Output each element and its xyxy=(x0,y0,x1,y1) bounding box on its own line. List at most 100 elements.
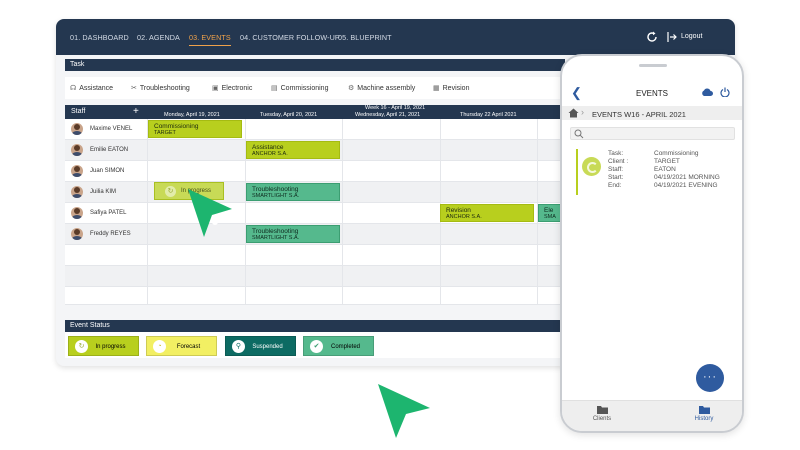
status-in-progress[interactable]: ↻ In progress xyxy=(68,336,139,356)
history-label: History xyxy=(694,416,714,422)
cloud-icon[interactable] xyxy=(701,88,713,96)
event-card[interactable]: Troubleshooting SMARTLIGHT S.A. xyxy=(246,183,340,201)
breadcrumb: › EVENTS W16 - APRIL 2021 xyxy=(562,106,742,120)
detail-key: Task: xyxy=(608,150,624,157)
detail-key: End: xyxy=(608,182,622,189)
search-icon xyxy=(574,129,584,139)
column-divider xyxy=(342,119,343,305)
search-input[interactable] xyxy=(570,127,735,140)
detail-value: Commissioning xyxy=(654,150,699,157)
event-title: Commissioning xyxy=(154,123,199,130)
task-electronic[interactable]: ▣ Electronic xyxy=(212,84,252,92)
history-button[interactable]: History xyxy=(674,405,734,422)
chevron-right-icon: › xyxy=(581,107,584,117)
tab-events[interactable]: 03. EVENTS xyxy=(189,33,231,46)
headset-icon: ☊ xyxy=(70,85,77,92)
status-forecast[interactable]: ◔ Forecast xyxy=(146,336,217,356)
clients-button[interactable]: Clients xyxy=(572,405,632,422)
task-label: Troubleshooting xyxy=(139,85,190,92)
tab-agenda[interactable]: 02. AGENDA xyxy=(137,33,180,42)
clipboard-icon: ▦ xyxy=(433,85,440,92)
event-status-header: Event Status xyxy=(65,320,565,332)
detail-key: Client : xyxy=(608,158,629,165)
task-commissioning[interactable]: ▤ Commissioning xyxy=(271,84,328,92)
status-label: In progress xyxy=(95,344,126,350)
status-label: Completed xyxy=(330,344,360,350)
avatar xyxy=(71,186,83,198)
logout-link[interactable]: Logout xyxy=(681,33,702,40)
event-title: Troubleshooting xyxy=(252,228,299,235)
status-label: Suspended xyxy=(252,344,283,350)
status-suspended[interactable]: ⚲ Suspended xyxy=(225,336,296,356)
tab-dashboard[interactable]: 01. DASHBOARD xyxy=(70,33,129,42)
staff-name: Juilia KIM xyxy=(90,189,117,195)
tab-customer-follow-up[interactable]: 04. CUSTOMER FOLLOW-UP xyxy=(240,33,340,42)
chip-icon: ▣ xyxy=(212,85,219,92)
mobile-header: ❮ EVENTS xyxy=(562,80,742,106)
event-card[interactable]: Troubleshooting SMARTLIGHT S.A. xyxy=(246,225,340,243)
task-label: Commissioning xyxy=(280,85,329,92)
status-bar xyxy=(576,149,578,195)
event-card[interactable]: Revision ANCHOR S.A. xyxy=(440,204,534,222)
staff-name: Juan SIMON xyxy=(90,168,125,174)
add-staff-icon[interactable]: + xyxy=(133,106,139,117)
phone-speaker xyxy=(639,64,667,67)
week-label: Week 16 - April 19, 2021 xyxy=(365,105,426,111)
grid-header: Staff + Week 16 - April 19, 2021 Monday,… xyxy=(65,105,565,119)
clients-label: Clients xyxy=(592,416,612,422)
day-header-thursday: Thursday 22 April 2021 xyxy=(460,112,517,118)
detail-value: 04/19/2021 EVENING xyxy=(654,182,718,189)
task-filter-row: ☊ Assistance ✂ Troubleshooting ▣ Electronic… xyxy=(65,77,565,99)
day-header-wednesday: Wednesday, April 21, 2021 xyxy=(355,112,421,118)
event-client: ANCHOR S.A. xyxy=(446,214,482,220)
event-title: Ele xyxy=(544,207,554,214)
task-revision[interactable]: ▦ Revision xyxy=(433,84,469,92)
event-title: Revision xyxy=(446,207,471,214)
event-card[interactable]: Commissioning TARGET xyxy=(148,120,242,138)
power-icon[interactable] xyxy=(720,87,730,97)
progress-icon xyxy=(582,157,601,176)
home-icon[interactable] xyxy=(568,108,579,118)
task-troubleshooting[interactable]: ✂ Troubleshooting xyxy=(131,84,190,92)
mobile-phone: ❮ EVENTS › EVENTS W16 - APRIL 2021 Task:… xyxy=(560,54,744,433)
folder-icon xyxy=(596,406,608,414)
event-card[interactable]: Assistance ANCHOR S.A. xyxy=(246,141,340,159)
event-detail-card[interactable]: Task: Commissioning Client : TARGET Staf… xyxy=(570,149,735,195)
breadcrumb-label: EVENTS W16 - APRIL 2021 xyxy=(592,110,686,119)
detail-key: Start: xyxy=(608,174,624,181)
mobile-title: EVENTS xyxy=(635,89,668,98)
more-options-button[interactable]: ··· xyxy=(696,364,724,392)
status-completed[interactable]: ✔ Completed xyxy=(303,336,374,356)
brand-arrow-icon xyxy=(378,384,430,438)
tools-icon: ✂ xyxy=(131,85,137,92)
staff-name: Freddy REYES xyxy=(90,231,131,237)
logout-icon[interactable] xyxy=(667,31,677,43)
avatar xyxy=(71,165,83,177)
task-assistance[interactable]: ☊ Assistance xyxy=(70,84,113,92)
task-machine-assembly[interactable]: ⚙ Machine assembly xyxy=(348,84,415,92)
detail-value: 04/19/2021 MORNING xyxy=(654,174,720,181)
top-navigation: 01. DASHBOARD 02. AGENDA 03. EVENTS 04. … xyxy=(56,19,735,55)
detail-key: Staff: xyxy=(608,166,624,173)
refresh-icon[interactable] xyxy=(646,31,658,43)
event-title: Troubleshooting xyxy=(252,186,299,193)
empty-row xyxy=(65,266,565,287)
events-grid: Staff + Week 16 - April 19, 2021 Monday,… xyxy=(65,105,565,305)
progress-icon: ↻ xyxy=(165,186,176,197)
staff-name: Emilie EATON xyxy=(90,147,129,153)
staff-name: Maxime VENEL xyxy=(90,126,133,132)
empty-row xyxy=(65,245,565,266)
staff-name: Safiya PATEL xyxy=(90,210,127,216)
task-label: Machine assembly xyxy=(357,85,416,92)
event-client: SMA xyxy=(544,214,556,220)
bottom-navigation: Clients History xyxy=(562,400,742,431)
task-label: Assistance xyxy=(79,85,114,92)
staff-row: Juan SIMON xyxy=(65,161,565,182)
task-label: Revision xyxy=(442,85,470,92)
folder-icon xyxy=(698,406,710,414)
event-client: SMARTLIGHT S.A. xyxy=(252,193,300,199)
task-section-header: Task xyxy=(65,59,565,71)
detail-value: EATON xyxy=(654,166,676,173)
tab-blueprint[interactable]: 05. BLUEPRINT xyxy=(338,33,392,42)
brand-arrow-icon xyxy=(188,189,232,237)
